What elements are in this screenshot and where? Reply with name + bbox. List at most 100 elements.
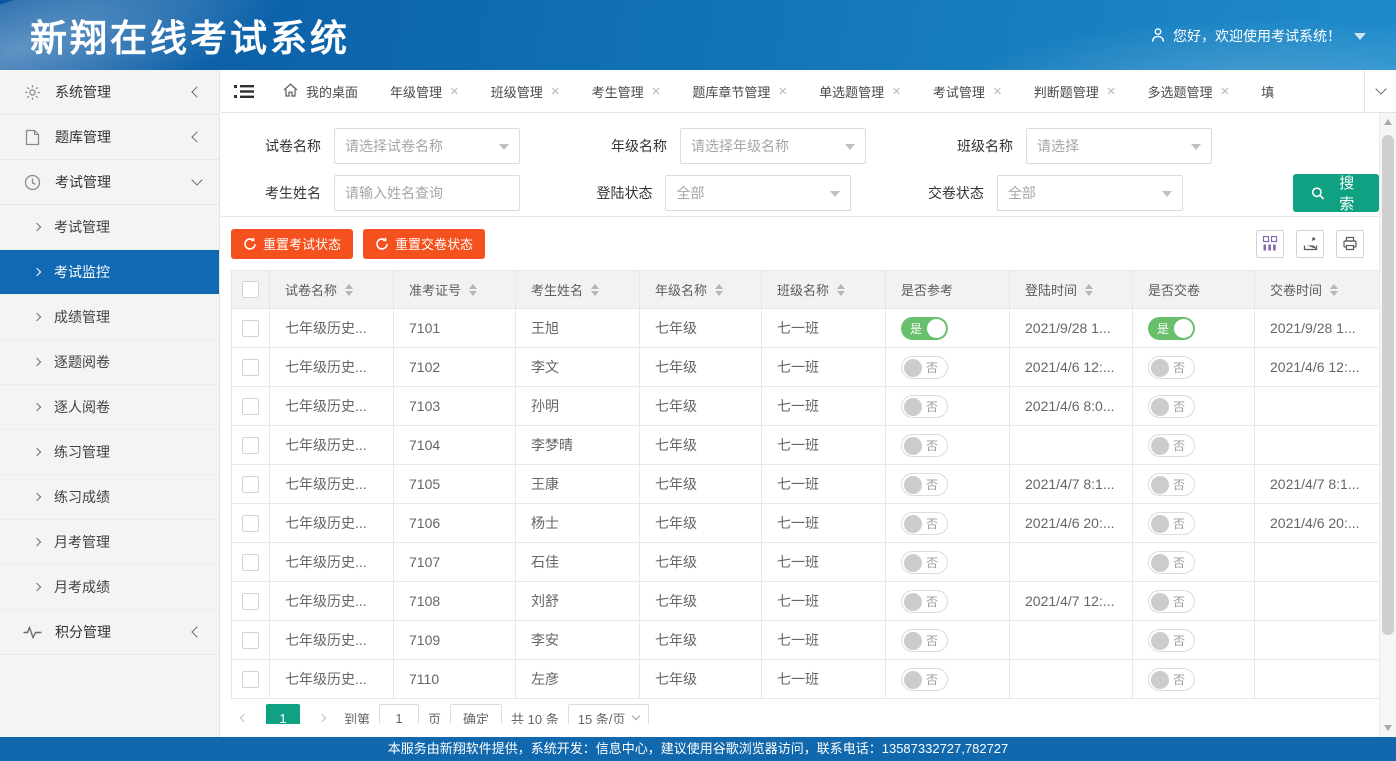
search-button[interactable]: 搜索 bbox=[1293, 174, 1379, 212]
sort-icon[interactable] bbox=[1330, 284, 1338, 296]
submitted-toggle[interactable]: 否 bbox=[1148, 434, 1195, 457]
row-checkbox[interactable] bbox=[242, 515, 259, 532]
sidebar-group-2[interactable]: 考试管理 bbox=[0, 160, 219, 205]
row-checkbox[interactable] bbox=[242, 398, 259, 415]
next-page-button[interactable] bbox=[309, 704, 335, 724]
column-header-0[interactable]: 试卷名称 bbox=[270, 271, 394, 309]
reset-exam-status-button[interactable]: 重置考试状态 bbox=[231, 229, 353, 259]
attended-toggle[interactable]: 否 bbox=[901, 629, 948, 652]
attended-toggle[interactable]: 否 bbox=[901, 668, 948, 691]
paper-name-select[interactable]: 请选择试卷名称 bbox=[334, 128, 520, 164]
tab-1[interactable]: 年级管理× bbox=[374, 70, 475, 112]
attended-toggle[interactable]: 否 bbox=[901, 395, 948, 418]
tab-3[interactable]: 考生管理× bbox=[576, 70, 677, 112]
sidebar-group-0[interactable]: 系统管理 bbox=[0, 70, 219, 115]
close-icon[interactable]: × bbox=[551, 84, 560, 99]
attended-toggle[interactable]: 否 bbox=[901, 434, 948, 457]
confirm-page-button[interactable]: 确定 bbox=[450, 704, 502, 724]
column-header-3[interactable]: 年级名称 bbox=[640, 271, 762, 309]
attended-toggle[interactable]: 否 bbox=[901, 356, 948, 379]
tab-9[interactable]: 填 bbox=[1245, 70, 1290, 112]
submitted-toggle[interactable]: 否 bbox=[1148, 668, 1195, 691]
close-icon[interactable]: × bbox=[778, 84, 787, 99]
close-icon[interactable]: × bbox=[652, 84, 661, 99]
tab-0[interactable]: 我的桌面 bbox=[267, 70, 374, 112]
column-header-6[interactable]: 登陆时间 bbox=[1010, 271, 1133, 309]
tab-7[interactable]: 判断题管理× bbox=[1018, 70, 1132, 112]
submitted-toggle[interactable]: 否 bbox=[1148, 473, 1195, 496]
submitted-toggle[interactable]: 是 bbox=[1148, 317, 1195, 340]
row-checkbox[interactable] bbox=[242, 593, 259, 610]
row-checkbox[interactable] bbox=[242, 320, 259, 337]
row-checkbox[interactable] bbox=[242, 671, 259, 688]
sidebar-item-2-3[interactable]: 逐题阅卷 bbox=[0, 340, 219, 385]
page-size-select[interactable]: 15 条/页 bbox=[568, 704, 650, 724]
close-icon[interactable]: × bbox=[1221, 84, 1230, 99]
close-icon[interactable]: × bbox=[993, 84, 1002, 99]
export-icon[interactable] bbox=[1296, 230, 1324, 258]
tabs-overflow-button[interactable] bbox=[1364, 70, 1396, 112]
close-icon[interactable]: × bbox=[1107, 84, 1116, 99]
close-icon[interactable]: × bbox=[892, 84, 901, 99]
submitted-toggle[interactable]: 否 bbox=[1148, 590, 1195, 613]
submitted-toggle[interactable]: 否 bbox=[1148, 512, 1195, 535]
row-checkbox[interactable] bbox=[242, 359, 259, 376]
row-checkbox[interactable] bbox=[242, 476, 259, 493]
sort-icon[interactable] bbox=[591, 284, 599, 296]
attended-toggle[interactable]: 否 bbox=[901, 590, 948, 613]
columns-grid-icon[interactable] bbox=[1256, 230, 1284, 258]
prev-page-button[interactable] bbox=[231, 704, 257, 724]
attended-toggle[interactable]: 否 bbox=[901, 512, 948, 535]
submitted-toggle[interactable]: 否 bbox=[1148, 629, 1195, 652]
sort-icon[interactable] bbox=[715, 284, 723, 296]
page-jump-input[interactable] bbox=[379, 704, 419, 724]
row-checkbox[interactable] bbox=[242, 632, 259, 649]
sidebar-toggle-icon[interactable] bbox=[221, 84, 267, 99]
reset-submit-status-button[interactable]: 重置交卷状态 bbox=[363, 229, 485, 259]
scroll-up-arrow-icon[interactable] bbox=[1380, 114, 1396, 130]
scrollbar-thumb[interactable] bbox=[1382, 135, 1394, 635]
sidebar-item-2-6[interactable]: 练习成绩 bbox=[0, 475, 219, 520]
student-name-input[interactable] bbox=[334, 175, 520, 211]
page-number-button[interactable]: 1 bbox=[266, 704, 300, 724]
sidebar-item-2-7[interactable]: 月考管理 bbox=[0, 520, 219, 565]
tab-2[interactable]: 班级管理× bbox=[475, 70, 576, 112]
user-menu[interactable]: 您好，欢迎使用考试系统！ bbox=[1150, 26, 1366, 46]
submitted-toggle[interactable]: 否 bbox=[1148, 395, 1195, 418]
row-checkbox[interactable] bbox=[242, 437, 259, 454]
grade-name-select[interactable]: 请选择年级名称 bbox=[680, 128, 866, 164]
attended-toggle[interactable]: 否 bbox=[901, 551, 948, 574]
close-icon[interactable]: × bbox=[450, 84, 459, 99]
sidebar-item-2-0[interactable]: 考试管理 bbox=[0, 205, 219, 250]
tab-4[interactable]: 题库章节管理× bbox=[676, 70, 803, 112]
attended-toggle[interactable]: 是 bbox=[901, 317, 948, 340]
row-checkbox[interactable] bbox=[242, 554, 259, 571]
sidebar-group-3[interactable]: 积分管理 bbox=[0, 610, 219, 655]
sort-icon[interactable] bbox=[837, 284, 845, 296]
column-header-2[interactable]: 考生姓名 bbox=[516, 271, 640, 309]
submitted-toggle[interactable]: 否 bbox=[1148, 356, 1195, 379]
tab-5[interactable]: 单选题管理× bbox=[803, 70, 917, 112]
select-all-checkbox[interactable] bbox=[242, 281, 259, 298]
sort-icon[interactable] bbox=[345, 284, 353, 296]
tab-6[interactable]: 考试管理× bbox=[917, 70, 1018, 112]
print-icon[interactable] bbox=[1336, 230, 1364, 258]
scrollbar[interactable] bbox=[1379, 113, 1396, 737]
sidebar-group-1[interactable]: 题库管理 bbox=[0, 115, 219, 160]
sort-icon[interactable] bbox=[1085, 284, 1093, 296]
sort-icon[interactable] bbox=[469, 284, 477, 296]
submitted-toggle[interactable]: 否 bbox=[1148, 551, 1195, 574]
login-status-select[interactable]: 全部 bbox=[665, 175, 851, 211]
sidebar-item-2-4[interactable]: 逐人阅卷 bbox=[0, 385, 219, 430]
column-header-1[interactable]: 准考证号 bbox=[394, 271, 516, 309]
sidebar-item-2-8[interactable]: 月考成绩 bbox=[0, 565, 219, 610]
sidebar-item-2-5[interactable]: 练习管理 bbox=[0, 430, 219, 475]
class-name-select[interactable]: 请选择 bbox=[1026, 128, 1212, 164]
scroll-down-arrow-icon[interactable] bbox=[1380, 720, 1396, 736]
attended-toggle[interactable]: 否 bbox=[901, 473, 948, 496]
column-header-4[interactable]: 班级名称 bbox=[762, 271, 886, 309]
tab-8[interactable]: 多选题管理× bbox=[1131, 70, 1245, 112]
sidebar-item-2-2[interactable]: 成绩管理 bbox=[0, 295, 219, 340]
submit-status-select[interactable]: 全部 bbox=[997, 175, 1183, 211]
sidebar-item-2-1[interactable]: 考试监控 bbox=[0, 250, 219, 295]
